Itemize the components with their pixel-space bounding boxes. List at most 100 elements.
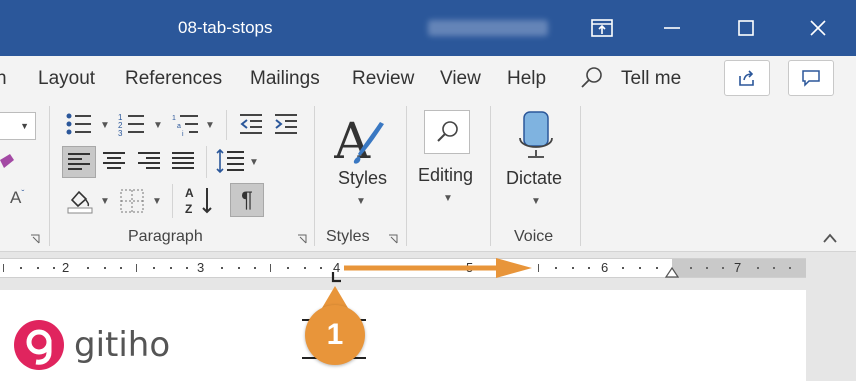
styles-launcher-icon[interactable] <box>388 234 398 244</box>
ruler-dot <box>87 267 89 269</box>
share-button[interactable] <box>724 60 770 96</box>
dictate-button-label[interactable]: Dictate <box>506 168 562 189</box>
horizontal-ruler[interactable]: 2 3 4 5 6 7 <box>0 258 806 278</box>
align-left-button[interactable] <box>62 146 96 178</box>
ruler-dot <box>622 267 624 269</box>
font-size-dropdown[interactable]: ▼ <box>0 112 36 140</box>
separator <box>314 106 315 246</box>
multilevel-list-icon[interactable]: 1ai <box>172 112 202 136</box>
ruler-dot <box>588 267 590 269</box>
ruler-tick <box>3 264 4 272</box>
shading-dropdown-icon[interactable]: ▼ <box>100 196 110 207</box>
svg-text:Z: Z <box>185 202 192 216</box>
show-formatting-marks-button[interactable]: ¶ <box>230 183 264 217</box>
shading-icon[interactable] <box>66 186 94 214</box>
tab-view[interactable]: View <box>440 68 481 90</box>
sort-icon[interactable]: A Z <box>183 184 215 216</box>
ruler-dot <box>287 267 289 269</box>
borders-dropdown-icon[interactable]: ▼ <box>152 196 162 207</box>
minimize-button[interactable] <box>650 8 694 48</box>
user-account-blurred[interactable] <box>428 20 548 36</box>
separator <box>490 106 491 246</box>
svg-text:a: a <box>177 123 181 130</box>
ruler-dot <box>20 267 22 269</box>
ruler-dot <box>104 267 106 269</box>
change-case-icon[interactable]: Aˇ <box>10 188 24 208</box>
ruler-tick <box>538 264 539 272</box>
gitiho-logo: gitiho <box>12 318 170 372</box>
align-right-icon[interactable] <box>138 151 160 171</box>
styles-button-label[interactable]: Styles <box>338 168 387 189</box>
ruler-dot <box>706 267 708 269</box>
microphone-icon[interactable] <box>518 110 554 160</box>
numbering-icon[interactable]: 123 <box>118 112 148 136</box>
svg-text:3: 3 <box>118 129 123 136</box>
ruler-dot <box>153 267 155 269</box>
styles-gallery-icon[interactable]: A <box>334 112 386 166</box>
separator <box>406 106 407 246</box>
left-tab-stop-marker[interactable] <box>330 272 342 284</box>
bullets-dropdown-icon[interactable]: ▼ <box>100 120 110 131</box>
close-icon <box>810 20 826 36</box>
ribbon-display-icon <box>591 19 613 37</box>
search-icon <box>581 67 602 88</box>
tell-me-search[interactable]: Tell me <box>621 68 681 90</box>
comment-icon <box>802 70 820 87</box>
dictate-dropdown-icon[interactable]: ▼ <box>531 196 541 207</box>
maximize-icon <box>738 20 754 36</box>
decrease-indent-icon[interactable] <box>238 112 264 136</box>
comments-button[interactable] <box>788 60 834 96</box>
logo-text: gitiho <box>74 325 171 365</box>
tab-help[interactable]: Help <box>507 68 546 90</box>
bullets-icon[interactable] <box>65 112 95 136</box>
font-launcher-icon[interactable] <box>30 234 40 244</box>
editing-button-label[interactable]: Editing <box>418 165 473 186</box>
separator <box>49 106 50 246</box>
separator <box>206 146 207 178</box>
text-effects-icon[interactable] <box>0 150 14 180</box>
styles-group-label: Styles <box>326 228 370 245</box>
ruler-dot <box>238 267 240 269</box>
ruler-dot <box>690 267 692 269</box>
ruler-dot <box>170 267 172 269</box>
ruler-dot <box>757 267 759 269</box>
tab-review[interactable]: Review <box>352 68 414 90</box>
align-center-icon[interactable] <box>103 151 125 171</box>
justify-icon[interactable] <box>172 151 194 171</box>
close-button[interactable] <box>796 8 840 48</box>
collapse-ribbon-icon[interactable] <box>822 232 838 244</box>
tab-design-partial[interactable]: n <box>0 68 7 90</box>
svg-text:1: 1 <box>172 115 176 122</box>
ribbon-display-options-button[interactable] <box>580 8 624 48</box>
tab-mailings[interactable]: Mailings <box>250 68 320 90</box>
editing-dropdown-icon[interactable]: ▼ <box>443 193 453 204</box>
borders-icon[interactable] <box>119 188 145 214</box>
ruler-dot <box>722 267 724 269</box>
line-spacing-icon[interactable] <box>216 148 246 174</box>
svg-text:A: A <box>334 112 371 166</box>
separator <box>172 184 173 218</box>
increase-indent-icon[interactable] <box>273 112 299 136</box>
vertical-scrollbar[interactable] <box>806 258 856 381</box>
multilevel-dropdown-icon[interactable]: ▼ <box>205 120 215 131</box>
minimize-icon <box>664 27 680 29</box>
document-title: 08-tab-stops <box>178 18 273 37</box>
share-icon <box>739 70 754 86</box>
ruler-dot <box>120 267 122 269</box>
ruler-tick <box>270 264 271 272</box>
editing-button[interactable] <box>424 110 470 154</box>
ruler-dot <box>254 267 256 269</box>
find-icon <box>437 121 458 142</box>
ruler-number: 6 <box>601 260 609 275</box>
right-indent-marker[interactable] <box>665 266 679 278</box>
ruler-number: 5 <box>466 260 474 275</box>
paragraph-launcher-icon[interactable] <box>297 234 307 244</box>
maximize-button[interactable] <box>724 8 768 48</box>
line-spacing-dropdown-icon[interactable]: ▼ <box>249 157 259 168</box>
numbering-dropdown-icon[interactable]: ▼ <box>153 120 163 131</box>
separator <box>580 106 581 246</box>
styles-dropdown-icon[interactable]: ▼ <box>356 196 366 207</box>
align-left-icon <box>68 153 90 170</box>
tab-references[interactable]: References <box>125 68 222 90</box>
tab-layout[interactable]: Layout <box>38 68 95 90</box>
